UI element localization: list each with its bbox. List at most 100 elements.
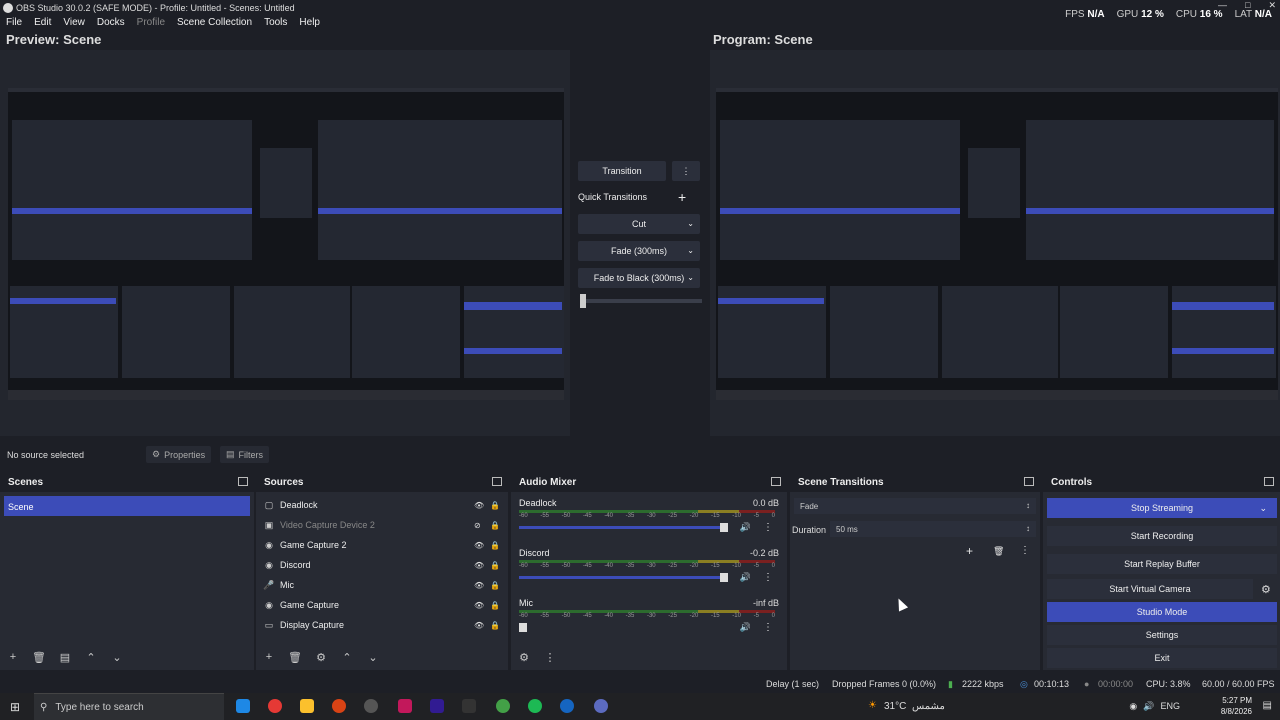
eye-hidden-icon[interactable]: ⊘ xyxy=(474,521,484,530)
lock-icon[interactable]: 🔒 xyxy=(490,621,500,630)
settings-button[interactable]: Settings xyxy=(1047,625,1277,645)
filter-icon[interactable]: ▤ xyxy=(56,648,74,666)
file-explorer-icon[interactable] xyxy=(300,699,314,713)
quick-transition-cut[interactable]: Cut ⌄ xyxy=(578,214,700,234)
speaker-icon[interactable]: 🔊 xyxy=(740,522,751,533)
chevron-up-icon[interactable]: ⌃ xyxy=(338,648,356,666)
menu-view[interactable]: View xyxy=(63,17,85,31)
chevron-down-icon[interactable]: ⌄ xyxy=(364,648,382,666)
stop-streaming-button[interactable]: Stop Streaming ⌄ xyxy=(1047,498,1277,518)
popout-icon[interactable] xyxy=(492,477,502,486)
instagram-icon[interactable] xyxy=(398,699,412,713)
eye-icon[interactable]: 👁 xyxy=(474,501,484,510)
chrome-icon[interactable] xyxy=(496,699,510,713)
menu-edit[interactable]: Edit xyxy=(34,17,51,31)
premiere-icon[interactable] xyxy=(430,699,444,713)
menu-file[interactable]: File xyxy=(6,17,22,31)
properties-button[interactable]: ⚙ Properties xyxy=(146,446,212,463)
more-options-icon[interactable]: ⋮ xyxy=(763,572,773,583)
exit-button[interactable]: Exit xyxy=(1047,648,1277,668)
eye-icon[interactable]: 👁 xyxy=(474,561,484,570)
app-icon-2[interactable] xyxy=(268,699,282,713)
transition-button[interactable]: Transition xyxy=(578,161,666,181)
taskbar-search[interactable]: ⚲ Type here to search xyxy=(34,693,224,720)
source-item-game-capture[interactable]: ◉ Game Capture 👁 🔒 xyxy=(260,596,504,614)
more-options-icon[interactable]: ⋮ xyxy=(541,648,559,666)
popout-icon[interactable] xyxy=(771,477,781,486)
source-item-deadlock[interactable]: ▢ Deadlock 👁 🔒 xyxy=(260,496,504,514)
transition-slider-thumb[interactable] xyxy=(580,294,586,308)
volume-slider[interactable] xyxy=(519,523,728,532)
program-canvas[interactable] xyxy=(710,50,1280,436)
steam-icon[interactable] xyxy=(560,699,574,713)
volume-knob[interactable] xyxy=(720,573,728,582)
source-item-discord[interactable]: ◉ Discord 👁 🔒 xyxy=(260,556,504,574)
add-quick-transition-icon[interactable]: + xyxy=(678,189,686,205)
scene-item[interactable]: Scene xyxy=(4,496,250,516)
quick-transition-fade[interactable]: Fade (300ms) ⌄ xyxy=(578,241,700,261)
gear-icon[interactable]: ⚙ xyxy=(1261,583,1271,596)
chevron-up-icon[interactable]: ⌃ xyxy=(82,648,100,666)
volume-slider[interactable] xyxy=(519,623,527,632)
chevron-down-icon[interactable]: ⌄ xyxy=(1259,503,1267,514)
trash-icon[interactable]: 🗑 xyxy=(286,648,304,666)
speaker-icon[interactable]: 🔊 xyxy=(740,622,751,633)
quick-transition-fade-black[interactable]: Fade to Black (300ms) ⌄ xyxy=(578,268,700,288)
popout-icon[interactable] xyxy=(238,477,248,486)
lock-icon[interactable]: 🔒 xyxy=(490,521,500,530)
volume-knob[interactable] xyxy=(519,623,527,632)
volume-icon[interactable]: 🔊 xyxy=(1143,701,1154,712)
start-recording-button[interactable]: Start Recording xyxy=(1047,526,1277,546)
studio-mode-button[interactable]: Studio Mode xyxy=(1047,602,1277,622)
menu-scene-collection[interactable]: Scene Collection xyxy=(177,17,252,31)
lock-icon[interactable]: 🔒 xyxy=(490,601,500,610)
popout-icon[interactable] xyxy=(1264,477,1274,486)
discord-icon[interactable] xyxy=(594,699,608,713)
filters-button[interactable]: ▤ Filters xyxy=(220,446,270,463)
gear-icon[interactable]: ⚙ xyxy=(312,648,330,666)
lock-icon[interactable]: 🔒 xyxy=(490,501,500,510)
lock-icon[interactable]: 🔒 xyxy=(490,581,500,590)
lock-icon[interactable]: 🔒 xyxy=(490,541,500,550)
source-item-mic[interactable]: 🎤 Mic 👁 🔒 xyxy=(260,576,504,594)
source-item-game-capture-2[interactable]: ◉ Game Capture 2 👁 🔒 xyxy=(260,536,504,554)
windows-start-icon[interactable]: ⊞ xyxy=(10,700,20,714)
menu-tools[interactable]: Tools xyxy=(264,17,287,31)
notifications-icon[interactable]: ▤ xyxy=(1263,700,1272,711)
app-icon-1[interactable] xyxy=(236,699,250,713)
eye-icon[interactable]: 👁 xyxy=(474,601,484,610)
transition-menu-icon[interactable]: ⋮ xyxy=(672,161,700,181)
menu-help[interactable]: Help xyxy=(299,17,320,31)
eye-icon[interactable]: 👁 xyxy=(474,621,484,630)
chevron-down-icon[interactable]: ⌄ xyxy=(108,648,126,666)
menu-profile[interactable]: Profile xyxy=(137,17,165,31)
add-icon[interactable]: + xyxy=(4,648,22,666)
gear-icon[interactable]: ⚙ xyxy=(515,648,533,666)
more-options-icon[interactable]: ⋮ xyxy=(763,622,773,633)
eye-icon[interactable]: 👁 xyxy=(474,541,484,550)
preview-canvas[interactable] xyxy=(0,50,570,436)
menu-docks[interactable]: Docks xyxy=(97,17,125,31)
more-options-icon[interactable]: ⋮ xyxy=(1020,545,1030,556)
wifi-icon[interactable]: ◉ xyxy=(1129,701,1137,712)
volume-slider[interactable] xyxy=(519,573,728,582)
language-indicator[interactable]: ENG xyxy=(1160,701,1180,712)
source-item-display-capture[interactable]: ▭ Display Capture 👁 🔒 xyxy=(260,616,504,634)
duration-input[interactable]: 50 ms ↕ xyxy=(830,521,1036,537)
trash-icon[interactable]: 🗑 xyxy=(993,546,1004,557)
more-options-icon[interactable]: ⋮ xyxy=(763,522,773,533)
speaker-icon[interactable]: 🔊 xyxy=(740,572,751,583)
app-icon-8[interactable] xyxy=(462,699,476,713)
eye-icon[interactable]: 👁 xyxy=(474,581,484,590)
clock[interactable]: 5:27 PM 8/8/2026 xyxy=(1221,695,1252,717)
transition-select[interactable]: Fade ↕ xyxy=(794,498,1036,514)
spotify-icon[interactable] xyxy=(528,699,542,713)
add-icon[interactable]: + xyxy=(966,544,973,558)
lock-icon[interactable]: 🔒 xyxy=(490,561,500,570)
start-replay-buffer-button[interactable]: Start Replay Buffer xyxy=(1047,554,1277,574)
volume-knob[interactable] xyxy=(720,523,728,532)
source-item-video-capture-2[interactable]: ▣ Video Capture Device 2 ⊘ 🔒 xyxy=(260,516,504,534)
app-icon-4[interactable] xyxy=(332,699,346,713)
popout-icon[interactable] xyxy=(1024,477,1034,486)
transition-slider[interactable] xyxy=(580,294,702,308)
